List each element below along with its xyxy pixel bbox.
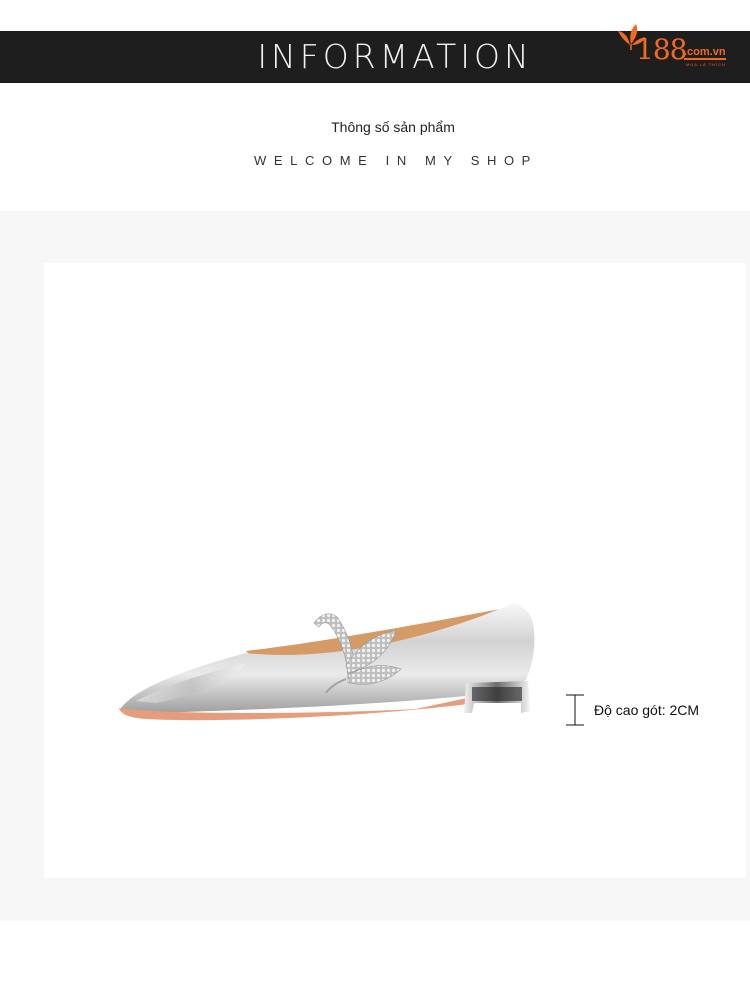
brand-logo[interactable]: 188 .com.vn MUA LÀ THÍCH [616,22,736,70]
product-spec-heading: Thông số sản phẩm [331,119,455,135]
product-image-card: Độ cao gót: 2CM [44,263,746,878]
heel-height-label: Độ cao gót: 2CM [594,702,700,718]
height-measure-icon [566,694,584,726]
logo-tagline: MUA LÀ THÍCH [686,62,726,67]
shoe-image [119,603,535,721]
welcome-tagline: WELCOME IN MY SHOP [254,153,538,168]
logo-number: 188 [636,33,687,66]
logo-domain: .com.vn [684,46,726,60]
